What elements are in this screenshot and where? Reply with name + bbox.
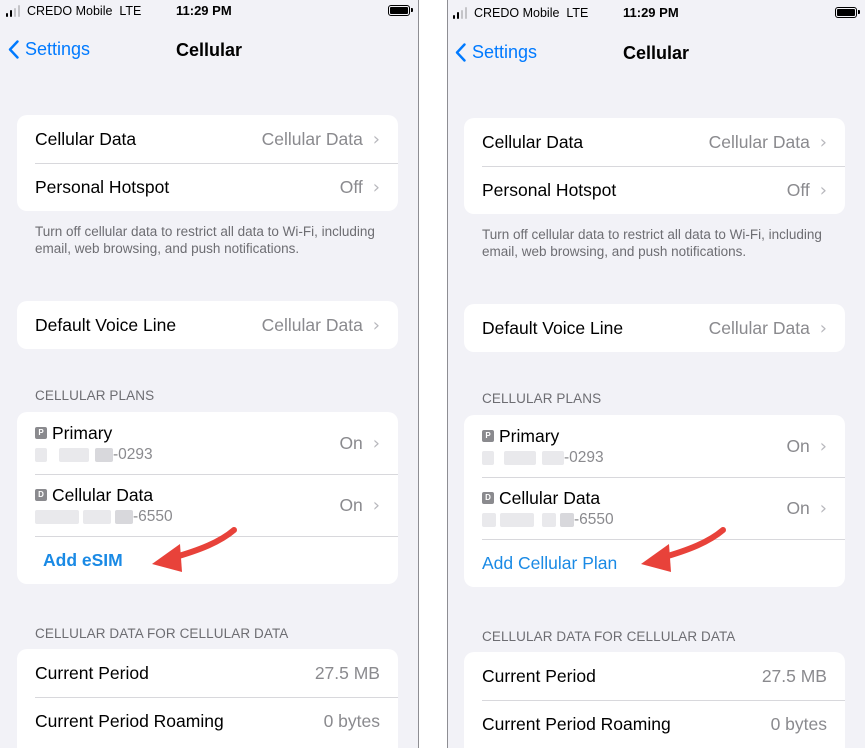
row-label: Cellular Data	[482, 131, 584, 152]
plan-status: On	[786, 497, 810, 518]
row-value: Off	[786, 179, 810, 200]
chevron-right-icon: ›	[372, 494, 380, 516]
row-value: Cellular Data	[261, 128, 363, 149]
cellular-data-footer: Turn off cellular data to restrict all d…	[35, 224, 375, 256]
plan-status: On	[786, 435, 810, 456]
row-label: Cellular Data	[35, 128, 137, 149]
plan-row-primary[interactable]: P Primary -0293 On ›	[464, 415, 845, 477]
section-header-usage: CELLULAR DATA FOR CELLULAR DATA	[482, 629, 736, 644]
row-label: Default Voice Line	[482, 317, 624, 338]
plan-badge-icon: D	[482, 492, 494, 504]
row-value: Off	[339, 176, 363, 197]
cellular-data-row[interactable]: Cellular Data Cellular Data ›	[464, 118, 845, 166]
voice-line-group: Default Voice Line Cellular Data ›	[17, 301, 398, 349]
plan-row-primary[interactable]: P Primary -0293 On ›	[17, 412, 398, 474]
battery-icon	[835, 7, 860, 18]
default-voice-line-row[interactable]: Default Voice Line Cellular Data ›	[17, 301, 398, 349]
phone-screen-left: CREDO Mobile LTE 11:29 PM Settings Cellu…	[0, 0, 418, 748]
chevron-right-icon: ›	[372, 432, 380, 454]
divider	[447, 0, 448, 748]
cellular-settings-group: Cellular Data Cellular Data › Personal H…	[17, 115, 398, 211]
row-label: Personal Hotspot	[482, 179, 617, 200]
row-label: Current Period Roaming	[35, 710, 224, 731]
annotation-arrow-icon	[152, 527, 237, 572]
plan-name: Cellular Data	[499, 487, 601, 508]
phone-screen-right: CREDO Mobile LTE 11:29 PM Settings Cellu…	[447, 0, 865, 748]
row-value: 0 bytes	[323, 710, 380, 731]
current-period-roaming-row: Current Period Roaming 0 bytes	[464, 700, 845, 748]
cellular-settings-group: Cellular Data Cellular Data › Personal H…	[464, 118, 845, 214]
usage-group: Current Period 27.5 MB Current Period Ro…	[464, 652, 845, 748]
usage-group: Current Period 27.5 MB Current Period Ro…	[17, 649, 398, 748]
section-header-usage: CELLULAR DATA FOR CELLULAR DATA	[35, 626, 289, 641]
personal-hotspot-row[interactable]: Personal Hotspot Off ›	[464, 166, 845, 214]
plan-status: On	[339, 494, 363, 515]
section-header-plans: CELLULAR PLANS	[482, 391, 602, 406]
page-title: Cellular	[622, 43, 690, 63]
plan-name: Primary	[52, 422, 113, 443]
chevron-right-icon: ›	[372, 314, 380, 336]
plan-badge-icon: D	[35, 489, 47, 501]
chevron-right-icon: ›	[819, 497, 827, 519]
navigation-bar: Settings Cellular	[447, 37, 865, 71]
cellular-data-footer: Turn off cellular data to restrict all d…	[482, 227, 822, 259]
current-period-roaming-row: Current Period Roaming 0 bytes	[17, 697, 398, 745]
add-cellular-plan-link[interactable]: Add Cellular Plan	[482, 553, 617, 574]
annotation-arrow-icon	[641, 527, 726, 572]
row-value: 27.5 MB	[314, 662, 380, 683]
row-label: Default Voice Line	[35, 314, 177, 335]
default-voice-line-row[interactable]: Default Voice Line Cellular Data ›	[464, 304, 845, 352]
chevron-right-icon: ›	[819, 179, 827, 201]
plan-name: Cellular Data	[52, 484, 154, 505]
plan-badge-icon: P	[482, 430, 494, 442]
row-label: Current Period Roaming	[482, 713, 671, 734]
plan-phone-number: -0293	[35, 446, 339, 464]
row-value: 0 bytes	[770, 713, 827, 734]
signal-strength-icon	[6, 5, 26, 17]
plan-status: On	[339, 432, 363, 453]
chevron-right-icon: ›	[372, 128, 380, 150]
current-period-row: Current Period 27.5 MB	[464, 652, 845, 700]
status-bar: CREDO Mobile LTE 11:29 PM	[0, 0, 418, 22]
plan-phone-number: -0293	[482, 449, 786, 467]
row-value: 27.5 MB	[761, 665, 827, 686]
signal-strength-icon	[453, 7, 473, 19]
battery-icon	[388, 5, 413, 16]
personal-hotspot-row[interactable]: Personal Hotspot Off ›	[17, 163, 398, 211]
cellular-data-row[interactable]: Cellular Data Cellular Data ›	[17, 115, 398, 163]
plan-name: Primary	[499, 425, 560, 446]
chevron-right-icon: ›	[372, 176, 380, 198]
chevron-right-icon: ›	[819, 131, 827, 153]
divider	[418, 0, 419, 748]
carrier-label: CREDO Mobile LTE	[27, 4, 142, 18]
clock: 11:29 PM	[176, 3, 232, 18]
add-esim-link[interactable]: Add eSIM	[43, 550, 123, 571]
voice-line-group: Default Voice Line Cellular Data ›	[464, 304, 845, 352]
page-title: Cellular	[175, 40, 243, 60]
chevron-right-icon: ›	[819, 317, 827, 339]
chevron-right-icon: ›	[819, 435, 827, 457]
navigation-bar: Settings Cellular	[0, 34, 418, 68]
row-value: Cellular Data	[708, 131, 810, 152]
row-value: Cellular Data	[261, 314, 363, 335]
section-header-plans: CELLULAR PLANS	[35, 388, 155, 403]
row-label: Current Period	[482, 665, 596, 686]
row-label: Personal Hotspot	[35, 176, 170, 197]
carrier-label: CREDO Mobile LTE	[474, 6, 589, 20]
plan-badge-icon: P	[35, 427, 47, 439]
row-label: Current Period	[35, 662, 149, 683]
status-bar: CREDO Mobile LTE 11:29 PM	[447, 2, 865, 24]
clock: 11:29 PM	[623, 5, 679, 20]
row-value: Cellular Data	[708, 317, 810, 338]
current-period-row: Current Period 27.5 MB	[17, 649, 398, 697]
